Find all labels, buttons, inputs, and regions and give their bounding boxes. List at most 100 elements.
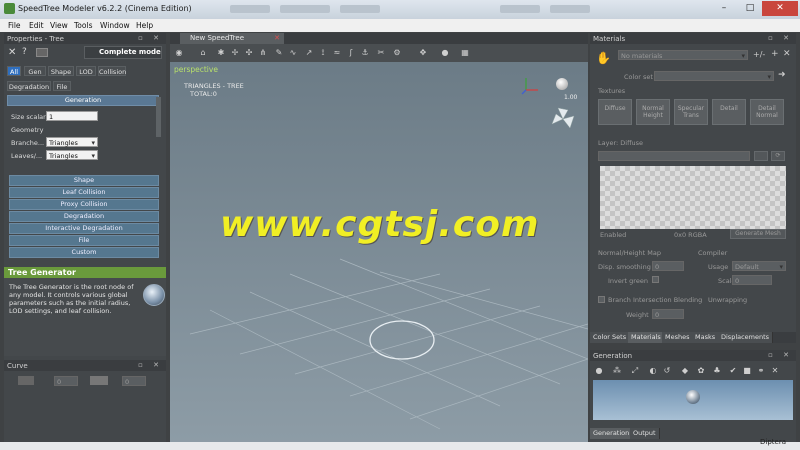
- check-icon[interactable]: ✔: [728, 366, 738, 376]
- usage-dropdown[interactable]: Default: [732, 261, 786, 272]
- materials-panel-buttons[interactable]: ▫ ✕: [768, 34, 793, 42]
- curve-panel-buttons[interactable]: ▫ ✕: [138, 361, 163, 369]
- curve-icon[interactable]: ∿: [288, 48, 298, 58]
- viewport[interactable]: perspective TRIANGLES - TREE TOTAL:0 1.0…: [170, 44, 588, 442]
- maximize-button[interactable]: □: [738, 1, 762, 16]
- light-sphere-icon[interactable]: [556, 78, 568, 90]
- nodes-icon[interactable]: ⁂: [612, 366, 622, 376]
- help-icon[interactable]: ?: [22, 47, 27, 57]
- undo-icon[interactable]: ↺: [662, 366, 672, 376]
- mesh-icon[interactable]: ⋔: [258, 48, 268, 58]
- expand-icon[interactable]: ⤢: [630, 366, 640, 376]
- generation-section-header[interactable]: Generation: [7, 95, 159, 106]
- scrollbar[interactable]: [156, 97, 161, 137]
- scissors-icon[interactable]: ✂: [376, 48, 386, 58]
- weight-field[interactable]: 0: [652, 309, 684, 319]
- unlink-icon[interactable]: ⚭: [756, 366, 766, 376]
- tab-file[interactable]: File: [53, 81, 71, 91]
- tab-meshes[interactable]: Meshes: [662, 332, 694, 343]
- texture-detail-normal[interactable]: Detail Normal: [750, 99, 784, 125]
- brush-icon[interactable]: ✎: [274, 48, 284, 58]
- generation-panel-buttons[interactable]: ▫ ✕: [768, 351, 793, 359]
- add-material-button[interactable]: +/-: [753, 50, 765, 59]
- category-proxy-collision[interactable]: Proxy Collision: [9, 199, 159, 210]
- category-degradation[interactable]: Degradation: [9, 211, 159, 222]
- texture-normal-height[interactable]: Normal Height: [636, 99, 670, 125]
- add-button[interactable]: +: [771, 49, 779, 59]
- tab-output[interactable]: Output: [630, 428, 660, 439]
- grid-icon[interactable]: ▦: [460, 48, 470, 58]
- browse-button[interactable]: [754, 151, 768, 161]
- tab-shape[interactable]: Shape: [48, 66, 74, 76]
- close-button[interactable]: ✕: [762, 1, 798, 16]
- wind-icon[interactable]: ↗: [304, 48, 314, 58]
- tab-lod[interactable]: LOD: [76, 66, 96, 76]
- tab-new-speedtree[interactable]: New SpeedTree ✕: [180, 33, 284, 44]
- generate-mesh-button[interactable]: Generate Mesh: [730, 229, 786, 239]
- layer-path-field[interactable]: [598, 151, 750, 161]
- display-icon[interactable]: ●: [440, 48, 450, 58]
- minimize-button[interactable]: –: [712, 1, 736, 16]
- refresh-icon[interactable]: ⟳: [771, 151, 785, 161]
- scale-field[interactable]: 0: [732, 275, 772, 285]
- texture-detail[interactable]: Detail: [712, 99, 746, 125]
- sphere-icon[interactable]: ●: [594, 366, 604, 376]
- delete-icon[interactable]: ✕: [770, 366, 780, 376]
- disp-smoothing-field[interactable]: 0: [652, 261, 684, 271]
- menu-help[interactable]: Help: [136, 21, 153, 30]
- category-shape[interactable]: Shape: [9, 175, 159, 186]
- size-scalar-field[interactable]: 1: [46, 111, 98, 121]
- move-icon[interactable]: ✥: [418, 48, 428, 58]
- anchor-icon[interactable]: ⚓: [360, 48, 370, 58]
- hook-icon[interactable]: ʃ: [346, 48, 356, 58]
- menu-tools[interactable]: Tools: [74, 21, 92, 30]
- branch-icon[interactable]: ✢: [230, 48, 240, 58]
- tree-radius-circle[interactable]: [369, 320, 435, 360]
- tools-icon[interactable]: ✕: [8, 47, 16, 58]
- tree-node-icon[interactable]: [686, 390, 700, 404]
- category-leaf-collision[interactable]: Leaf Collision: [9, 187, 159, 198]
- texture-diffuse[interactable]: Diffuse: [598, 99, 632, 125]
- tab-collision[interactable]: Collision: [98, 66, 126, 76]
- curve-shape-icon[interactable]: [90, 376, 108, 385]
- texture-specular-trans[interactable]: Specular Trans: [674, 99, 708, 125]
- viewport-mode-label[interactable]: perspective: [174, 65, 218, 74]
- tab-masks[interactable]: Masks: [692, 332, 720, 343]
- tab-gen[interactable]: Gen: [24, 66, 46, 76]
- cube-icon[interactable]: ◆: [680, 366, 690, 376]
- curve-field-1[interactable]: 0: [54, 376, 78, 386]
- options-icon[interactable]: ⚙: [392, 48, 402, 58]
- remove-button[interactable]: ✕: [783, 49, 791, 59]
- generation-graph[interactable]: [593, 380, 793, 420]
- bucket-icon[interactable]: ♣: [712, 366, 722, 376]
- leaf-icon[interactable]: ✱: [216, 48, 226, 58]
- menu-view[interactable]: View: [50, 21, 68, 30]
- branches-dropdown[interactable]: Triangles: [46, 137, 98, 148]
- lock-icon[interactable]: ■: [742, 366, 752, 376]
- arrow-right-icon[interactable]: ➜: [778, 70, 786, 80]
- menu-file[interactable]: File: [8, 21, 21, 30]
- bubble-icon[interactable]: ◐: [648, 366, 658, 376]
- curve-preset-icon[interactable]: [18, 376, 34, 385]
- menu-edit[interactable]: Edit: [29, 21, 44, 30]
- tab-generation[interactable]: Generation: [590, 428, 634, 439]
- frond-icon[interactable]: ✣: [244, 48, 254, 58]
- materials-dropdown[interactable]: No materials: [618, 50, 748, 61]
- hierarchy-icon[interactable]: ⌂: [198, 48, 208, 58]
- category-file[interactable]: File: [9, 235, 159, 246]
- wave-icon[interactable]: ≈: [332, 48, 342, 58]
- category-interactive-degradation[interactable]: Interactive Degradation: [9, 223, 159, 234]
- panel-buttons[interactable]: ▫ ✕: [138, 34, 163, 42]
- tab-materials[interactable]: Materials: [628, 332, 665, 343]
- fan-icon[interactable]: [550, 106, 576, 132]
- grass-icon[interactable]: ⟟: [318, 48, 328, 58]
- palette-icon[interactable]: ✿: [696, 366, 706, 376]
- invert-green-checkbox[interactable]: [652, 276, 659, 283]
- branch-blending-checkbox[interactable]: [598, 296, 605, 303]
- tab-displacements[interactable]: Displacements: [718, 332, 774, 343]
- tab-all[interactable]: All: [7, 66, 21, 76]
- eye-icon[interactable]: [36, 48, 48, 57]
- hand-icon[interactable]: ✋: [596, 51, 611, 65]
- leaves-dropdown[interactable]: Triangles: [46, 150, 98, 161]
- curve-field-2[interactable]: 0: [122, 376, 146, 386]
